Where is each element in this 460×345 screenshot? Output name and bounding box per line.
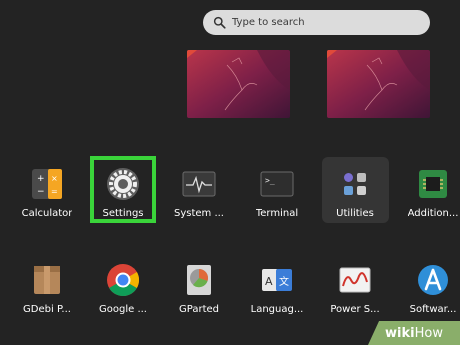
app-label: System ... — [173, 208, 224, 219]
app-system-monitor[interactable]: System ... — [162, 158, 236, 230]
svg-text:>_: >_ — [265, 176, 275, 185]
app-gdebi[interactable]: GDebi P... — [10, 254, 84, 326]
app-software-updater[interactable]: Softwar... — [396, 254, 460, 326]
app-label: Languag... — [250, 304, 304, 315]
app-label: Calculator — [21, 208, 73, 219]
app-additional-drivers[interactable]: Addition... — [396, 158, 460, 230]
svg-text:+: + — [37, 174, 45, 184]
app-label: Google ... — [99, 304, 147, 315]
app-google-chrome[interactable]: Google ... — [86, 254, 160, 326]
workspace-thumbnail-1[interactable] — [187, 50, 290, 118]
power-statistics-icon — [339, 267, 371, 293]
workspace-thumbnail-2[interactable] — [327, 50, 430, 118]
terminal-icon: >_ — [260, 171, 294, 197]
svg-text:−: − — [37, 187, 45, 197]
app-label: GParted — [179, 304, 219, 315]
app-label: Terminal — [255, 208, 299, 219]
app-gparted[interactable]: GParted — [162, 254, 236, 326]
app-terminal[interactable]: >_ Terminal — [240, 158, 314, 230]
svg-text:×: × — [51, 174, 58, 183]
settings-highlight-box — [90, 156, 156, 223]
app-label: Addition... — [407, 208, 459, 219]
gdebi-package-icon — [34, 266, 60, 294]
watermark-wiki: wiki — [385, 325, 415, 341]
svg-text:=: = — [51, 187, 58, 196]
system-monitor-icon — [182, 171, 216, 197]
app-power-statistics[interactable]: Power S... — [318, 254, 392, 326]
svg-text:文: 文 — [279, 275, 289, 288]
gparted-disk-icon — [187, 265, 211, 295]
app-label: Softwar... — [409, 304, 457, 315]
search-input[interactable]: Type to search — [203, 10, 430, 35]
app-label: GDebi P... — [23, 304, 71, 315]
additional-drivers-icon — [419, 170, 447, 198]
search-placeholder: Type to search — [232, 17, 305, 28]
app-label: Power S... — [330, 304, 380, 315]
utilities-folder-icon — [344, 173, 366, 195]
app-label: Utilities — [336, 208, 374, 219]
wikihow-watermark: wiki How — [368, 321, 460, 345]
app-language-support[interactable]: A 文 Languag... — [240, 254, 314, 326]
software-updater-icon — [418, 265, 448, 295]
google-chrome-icon — [107, 264, 140, 297]
calculator-icon: + − × = — [32, 169, 62, 199]
search-icon — [213, 16, 226, 29]
app-utilities-folder[interactable]: Utilities — [318, 158, 392, 230]
watermark-how: How — [414, 325, 443, 341]
app-calculator[interactable]: + − × = Calculator — [10, 158, 84, 230]
language-support-icon: A 文 — [262, 269, 292, 291]
svg-text:A: A — [265, 275, 273, 288]
